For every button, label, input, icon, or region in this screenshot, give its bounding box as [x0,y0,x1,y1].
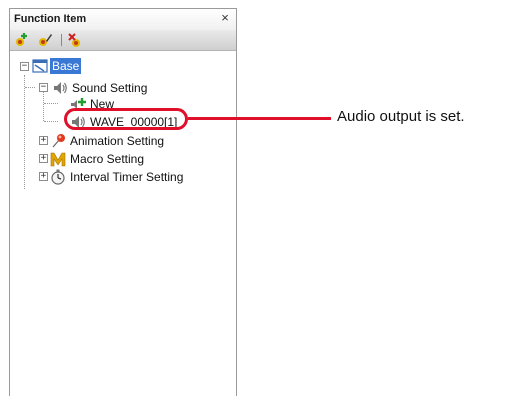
macro-m-icon [50,152,66,166]
tree-node-label: Sound Setting [72,80,148,95]
edit-item-button[interactable] [37,32,53,48]
expand-toggle[interactable]: + [39,172,48,181]
page: Function Item × − Base − Sound Setting N… [0,0,522,396]
tree-node-interval-timer-setting[interactable]: + Interval Timer Setting [10,168,185,185]
tree-node-animation-setting[interactable]: + Animation Setting [10,132,166,149]
panel-title: Function Item [14,13,87,25]
function-item-panel: Function Item × − Base − Sound Setting N… [9,8,237,396]
speaker-icon [54,81,67,94]
delete-item-icon [68,33,80,47]
expand-toggle[interactable]: + [39,136,48,145]
edit-item-icon [39,34,52,46]
highlight-ring [64,108,188,130]
stopwatch-icon [51,169,65,185]
toolbar [10,30,236,51]
delete-item-button[interactable] [67,32,83,48]
expand-toggle[interactable]: + [39,154,48,163]
add-item-icon [16,33,27,46]
callout-text: Audio output is set. [337,108,465,125]
toolbar-separator [61,34,62,46]
tree-node-label: Animation Setting [70,133,165,148]
base-screen-icon [32,58,48,73]
close-button[interactable]: × [218,11,232,25]
function-tree: − Base − Sound Setting New WAVE_00000[1]… [10,51,236,396]
tree-node-base[interactable]: − Base [10,57,82,74]
tree-node-sound-setting[interactable]: − Sound Setting [10,79,149,96]
panel-header: Function Item × [10,9,236,30]
animation-pin-icon [52,133,65,147]
tree-node-label: Base [50,57,82,74]
tree-node-macro-setting[interactable]: + Macro Setting [10,150,146,167]
tree-node-label: Macro Setting [70,151,145,166]
add-item-button[interactable] [14,32,30,48]
collapse-toggle[interactable]: − [39,83,48,92]
callout-line [188,117,331,120]
collapse-toggle[interactable]: − [20,62,29,71]
tree-node-label: Interval Timer Setting [70,169,184,184]
